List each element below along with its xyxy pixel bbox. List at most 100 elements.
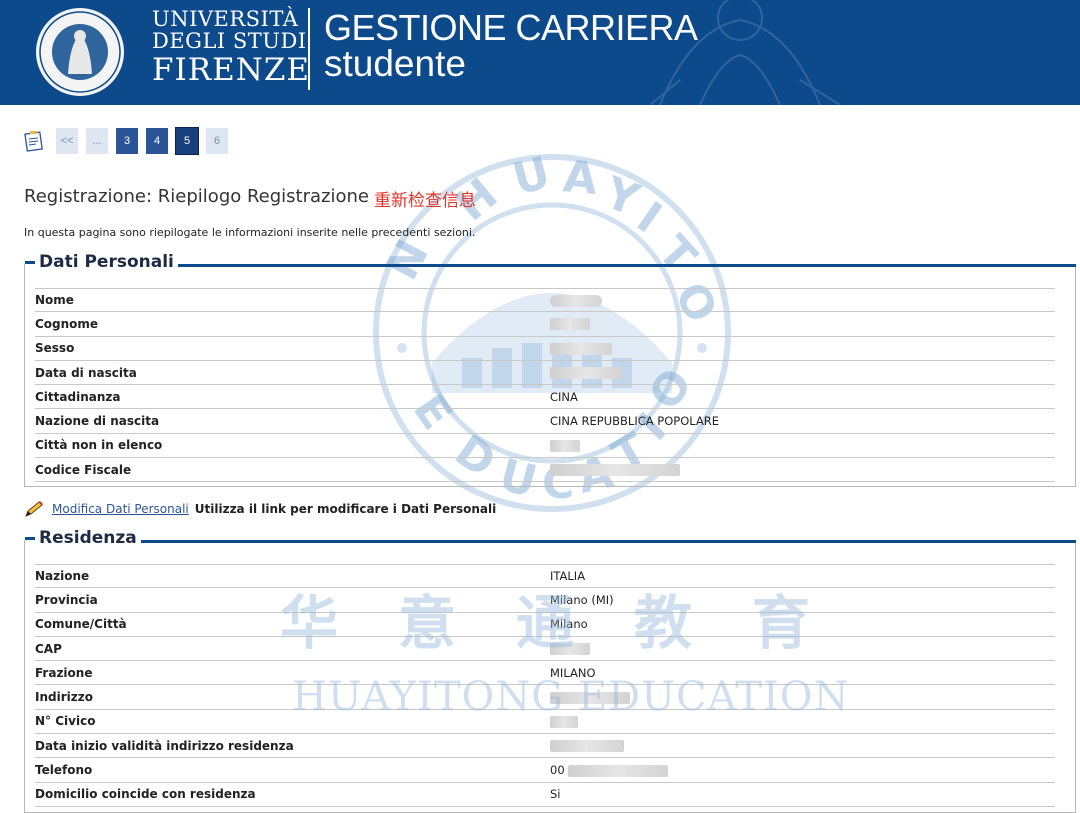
svg-text:U: U — [508, 153, 556, 206]
table-row: Domicilio coincide con residenza Si — [35, 783, 1055, 807]
residenza-table: Nazione ITALIA Provincia Milano (MI) Com… — [35, 564, 1055, 807]
row-label: Data inizio validità indirizzo residenza — [35, 738, 294, 753]
pencil-icon[interactable] — [24, 501, 44, 517]
row-label: Nazione di nascita — [35, 414, 160, 429]
row-value — [550, 366, 622, 380]
row-label: Domicilio coincide con residenza — [35, 787, 256, 802]
table-row: Nazione di nascita CINA REPUBBLICA POPOL… — [35, 409, 1055, 434]
redacted-value — [550, 342, 612, 355]
pager-step-5[interactable]: 5 — [175, 127, 199, 155]
university-name: UNIVERSITÀ DEGLI STUDI FIRENZE — [152, 8, 310, 88]
row-label: CAP — [35, 641, 62, 656]
row-value: CINA — [550, 389, 578, 404]
row-value: 00 — [550, 763, 669, 778]
university-seal-icon — [36, 8, 124, 96]
row-label: Frazione — [35, 665, 93, 680]
row-value — [550, 293, 602, 307]
university-line1: UNIVERSITÀ — [152, 7, 299, 31]
row-value — [550, 438, 580, 452]
row-value — [550, 317, 590, 331]
redacted-value — [550, 715, 578, 728]
row-label: Nome — [35, 293, 74, 308]
table-row: Codice Fiscale — [35, 458, 1055, 483]
table-row: Frazione MILANO — [35, 661, 1055, 686]
redacted-value — [550, 294, 602, 307]
redacted-value — [550, 643, 590, 656]
pager-step-3[interactable]: 3 — [116, 128, 138, 154]
redacted-value — [550, 740, 624, 753]
table-row: Sesso — [35, 337, 1055, 361]
row-label: Codice Fiscale — [35, 462, 132, 477]
row-label: Telefono — [35, 763, 93, 778]
table-row: Nome — [35, 288, 1055, 313]
table-row: Comune/Città Milano — [35, 613, 1055, 637]
modifica-hint: Utilizza il link per modificare i Dati P… — [194, 502, 497, 516]
row-label: Sesso — [35, 341, 75, 356]
svg-text:Y: Y — [597, 167, 646, 227]
row-label: Nazione — [35, 569, 90, 584]
row-label: Provincia — [35, 592, 98, 607]
row-label: Indirizzo — [35, 690, 93, 705]
intro-text: In questa pagina sono riepilogate le inf… — [24, 226, 476, 239]
residenza-section: Residenza Nazione ITALIA Provincia Milan… — [24, 528, 1076, 813]
row-label: Comune/Città — [35, 617, 127, 632]
app-title-line2: studente — [324, 43, 466, 84]
row-value: Milano — [550, 617, 588, 632]
dati-personali-section: Dati Personali Nome Cognome Sesso Data d… — [24, 252, 1076, 487]
row-label: Cognome — [35, 316, 99, 331]
notes-icon[interactable] — [24, 130, 44, 152]
header-divider — [308, 8, 310, 90]
pager-ellipsis[interactable]: ... — [86, 128, 108, 154]
row-label: N° Civico — [35, 714, 96, 729]
row-value: Milano (MI) — [550, 592, 614, 607]
section-rule — [25, 540, 1076, 543]
row-value — [550, 690, 630, 704]
table-row: CAP — [35, 637, 1055, 662]
row-label: Cittadinanza — [35, 389, 121, 404]
modifica-row: Modifica Dati Personali Utilizza il link… — [24, 501, 496, 517]
university-line2: DEGLI STUDI — [152, 29, 307, 53]
pager-first[interactable]: << — [56, 128, 78, 154]
site-header: UNIVERSITÀ DEGLI STUDI FIRENZE GESTIONE … — [0, 0, 1080, 105]
table-row: Indirizzo — [35, 685, 1055, 710]
section-rule — [25, 264, 1076, 267]
table-row: Provincia Milano (MI) — [35, 588, 1055, 613]
section-legend: Dati Personali — [25, 252, 178, 272]
redacted-value — [550, 318, 590, 331]
row-value: CINA REPUBBLICA POPOLARE — [550, 414, 720, 429]
table-row: Telefono 00 — [35, 758, 1055, 783]
step-pagination: << ... 3 4 5 6 — [24, 127, 236, 155]
legend-dash — [25, 536, 35, 540]
row-value: ITALIA — [550, 569, 586, 584]
redacted-value — [568, 764, 669, 777]
row-value — [550, 714, 578, 728]
table-row: Città non in elenco — [35, 434, 1055, 459]
row-label: Data di nascita — [35, 365, 137, 380]
residenza-title: Residenza — [39, 528, 137, 548]
row-value — [550, 642, 590, 656]
modifica-dati-personali-link[interactable]: Modifica Dati Personali — [52, 502, 189, 516]
university-line3: FIRENZE — [152, 52, 311, 88]
table-row: Nazione ITALIA — [35, 564, 1055, 589]
pager-step-6[interactable]: 6 — [206, 128, 228, 154]
pager-step-4[interactable]: 4 — [146, 128, 168, 154]
row-label: Città non in elenco — [35, 438, 163, 453]
svg-text:I: I — [628, 192, 671, 243]
redacted-value — [550, 367, 622, 380]
row-value: MILANO — [550, 665, 596, 680]
phone-prefix: 00 — [550, 763, 565, 778]
section-legend: Residenza — [25, 528, 141, 548]
app-title: GESTIONE CARRIERA studente — [324, 7, 698, 84]
recheck-note: 重新检查信息 — [374, 191, 476, 211]
table-row: Cognome — [35, 312, 1055, 337]
page-title: Registrazione: Riepilogo Registrazione — [24, 186, 369, 207]
app-title-line1: GESTIONE CARRIERA — [324, 7, 698, 48]
redacted-value — [550, 464, 680, 477]
row-value: Si — [550, 787, 561, 802]
dati-personali-title: Dati Personali — [39, 252, 174, 272]
row-value — [550, 341, 612, 355]
row-value — [550, 463, 680, 477]
redacted-value — [550, 439, 580, 452]
table-row: Data inizio validità indirizzo residenza — [35, 734, 1055, 759]
dati-personali-table: Nome Cognome Sesso Data di nascita Citta… — [35, 288, 1055, 483]
